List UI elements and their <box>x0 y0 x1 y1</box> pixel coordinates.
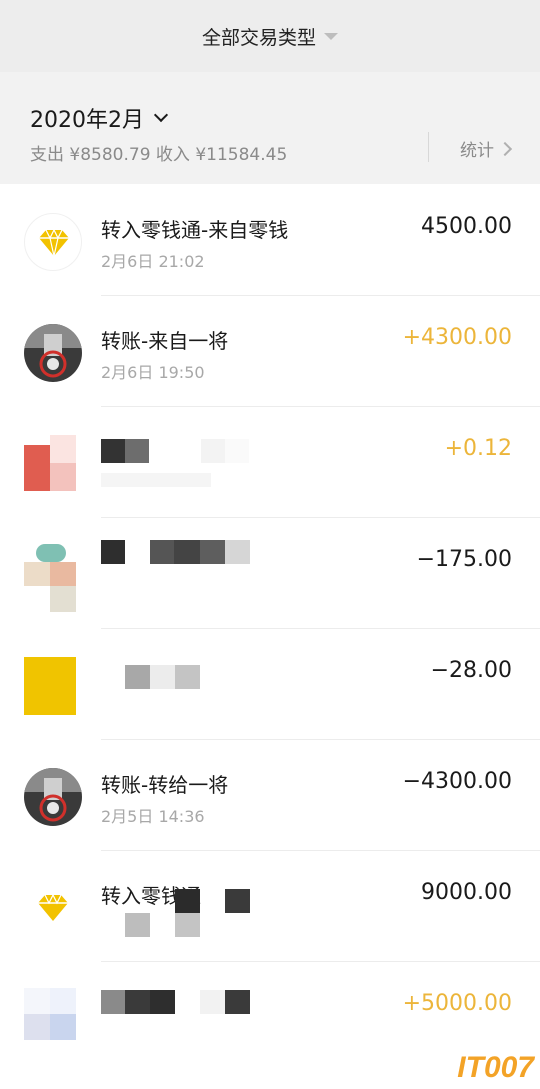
redacted-block <box>125 913 150 937</box>
filter-label: 全部交易类型 <box>201 26 316 49</box>
blurred-avatar <box>24 988 76 1040</box>
divider <box>428 132 429 162</box>
redacted-block <box>225 990 250 1014</box>
transaction-row[interactable]: −175.00 <box>0 518 540 629</box>
transaction-title: 转账-转给一将 <box>101 773 229 797</box>
redacted-block <box>150 540 174 564</box>
transaction-type-filter[interactable]: 全部交易类型 <box>0 0 540 72</box>
transaction-amount: 9000.00 <box>421 880 512 905</box>
transaction-row[interactable]: 转入零钱通-来自零钱 2月6日 21:02 4500.00 <box>0 185 540 296</box>
transaction-title: 转账-来自一将 <box>101 329 229 353</box>
redacted-block <box>101 473 211 487</box>
transaction-row[interactable]: 转入零钱通 9000.00 <box>0 851 540 962</box>
month-summary-bar: 2020年2月 支出 ¥8580.79 收入 ¥11584.45 统计 <box>0 72 540 184</box>
blurred-avatar <box>24 540 76 612</box>
transaction-title: 转入零钱通-来自零钱 <box>101 218 289 242</box>
redacted-block <box>201 439 225 463</box>
redacted-block <box>101 540 125 564</box>
transaction-time: 2月5日 14:36 <box>101 807 205 826</box>
transaction-row[interactable]: 转账-来自一将 2月6日 19:50 +4300.00 <box>0 296 540 407</box>
redacted-block <box>225 439 249 463</box>
transaction-amount: −175.00 <box>416 547 512 572</box>
redacted-block <box>200 990 225 1014</box>
transaction-row[interactable]: +0.12 <box>0 407 540 518</box>
redacted-block <box>174 540 200 564</box>
redacted-block <box>101 990 125 1014</box>
blurred-avatar <box>24 657 76 715</box>
redacted-block <box>125 990 150 1014</box>
stats-button[interactable]: 统计 <box>460 136 513 161</box>
month-label: 2020年2月 <box>30 108 144 133</box>
transaction-amount: −4300.00 <box>402 769 512 794</box>
dropdown-caret-icon <box>324 32 338 40</box>
month-totals: 支出 ¥8580.79 收入 ¥11584.45 <box>30 145 288 165</box>
redacted-block <box>175 665 200 689</box>
redacted-block <box>125 665 150 689</box>
transaction-amount: +5000.00 <box>402 991 512 1016</box>
redacted-block <box>225 540 250 564</box>
redacted-block <box>175 913 200 937</box>
redacted-block <box>125 439 149 463</box>
transaction-amount: +0.12 <box>444 436 512 461</box>
user-avatar <box>24 768 82 826</box>
chevron-right-icon <box>497 141 513 156</box>
transaction-row[interactable]: −28.00 <box>0 629 540 740</box>
redacted-block <box>101 439 125 463</box>
site-watermark-logo: IT007 <box>457 1051 534 1084</box>
stats-label: 统计 <box>460 141 494 161</box>
blurred-avatar <box>24 435 76 491</box>
transaction-time: 2月6日 19:50 <box>101 363 205 382</box>
redacted-block <box>225 889 250 913</box>
transaction-time: 2月6日 21:02 <box>101 252 205 271</box>
transaction-amount: +4300.00 <box>402 325 512 350</box>
chevron-down-icon <box>153 107 169 123</box>
transaction-amount: 4500.00 <box>421 214 512 239</box>
redacted-block <box>175 889 200 913</box>
redacted-block <box>150 665 175 689</box>
redacted-block <box>200 540 225 564</box>
transaction-row[interactable]: 转账-转给一将 2月5日 14:36 −4300.00 <box>0 740 540 851</box>
month-selector[interactable]: 2020年2月 <box>30 102 169 134</box>
user-avatar <box>24 324 82 382</box>
diamond-icon <box>24 879 82 937</box>
diamond-icon <box>24 213 82 271</box>
redacted-block <box>150 990 175 1014</box>
transaction-amount: −28.00 <box>430 658 512 683</box>
